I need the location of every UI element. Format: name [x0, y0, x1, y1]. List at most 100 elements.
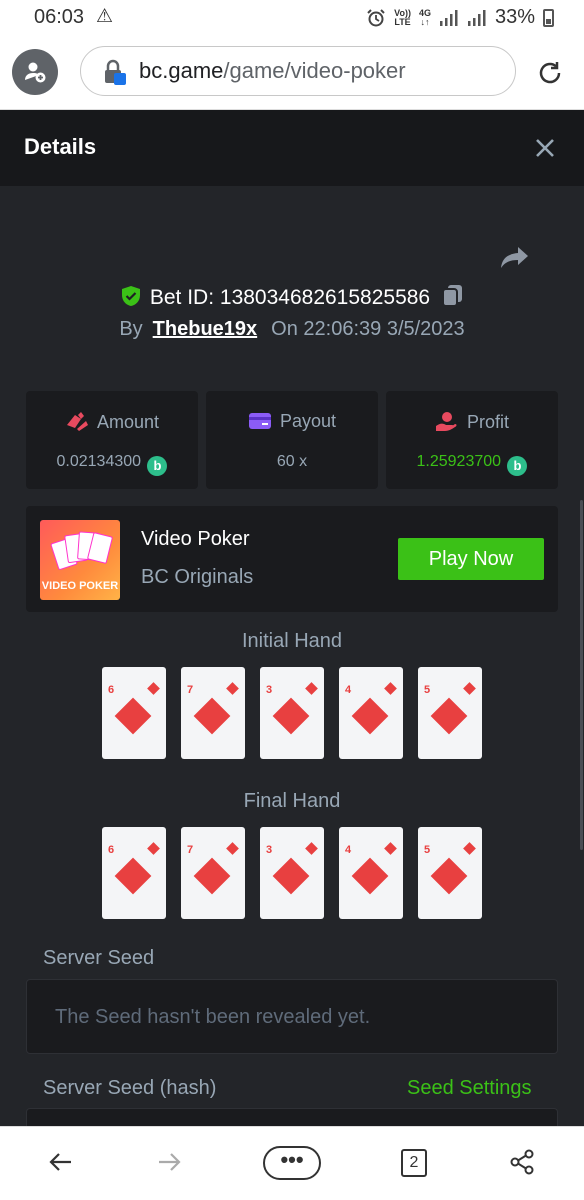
profit-value: 1.25923700 [416, 453, 502, 470]
game-thumbnail: VIDEO POKER [40, 520, 120, 600]
amount-value-row: 0.02134300 b [26, 453, 198, 476]
address-bar[interactable]: bc.game/game/video-poker [80, 46, 516, 96]
bet-id-label: Bet ID: [149, 286, 220, 309]
diamond-icon [193, 697, 231, 735]
playing-card: 3 [260, 827, 324, 919]
card-rank: 3 [266, 844, 273, 856]
diamond-icon [147, 842, 160, 855]
forward-arrow-icon[interactable] [156, 1149, 182, 1175]
thumb-label: VIDEO POKER [41, 580, 119, 592]
final-hand: 6 7 3 4 5 [102, 827, 484, 919]
card-rank: 5 [424, 844, 431, 856]
playing-card: 5 [418, 667, 482, 759]
tabs-button[interactable]: 2 [401, 1149, 427, 1177]
status-time: 06:03 [34, 6, 85, 28]
diamond-icon [147, 682, 160, 695]
menu-button[interactable]: ••• [263, 1146, 321, 1180]
playing-card: 3 [260, 667, 324, 759]
diamond-icon [272, 697, 310, 735]
diamond-icon [463, 842, 476, 855]
bet-byline: By Thebue19x On 22:06:39 3/5/2023 [0, 318, 584, 341]
diamond-icon [193, 857, 231, 895]
playing-card: 4 [339, 667, 403, 759]
status-bar: 06:03 ⚠ Vo)) LTE 4G ↓↑ 33% [0, 0, 584, 34]
modal-title: Details [24, 134, 97, 159]
server-seed-field: The Seed hasn't been revealed yet. [26, 979, 558, 1054]
signal-icon [467, 9, 486, 26]
game-provider: BC Originals [141, 566, 254, 588]
card-rank: 4 [345, 844, 352, 856]
diamond-icon [430, 697, 468, 735]
bet-timestamp: 22:06:39 3/5/2023 [303, 318, 465, 340]
diamond-icon [272, 857, 310, 895]
server-seed-hash-label: Server Seed (hash) [43, 1077, 217, 1099]
card-rank: 3 [266, 684, 273, 696]
payout-label: Payout [279, 411, 337, 431]
seed-settings-link[interactable]: Seed Settings [407, 1077, 532, 1100]
card-rank: 6 [108, 844, 115, 856]
on-label: On [271, 318, 298, 340]
add-user-icon [25, 62, 46, 83]
volte-indicator: Vo)) LTE [394, 8, 411, 27]
server-seed-hash-field [26, 1108, 558, 1128]
card-rank: 5 [424, 684, 431, 696]
diamond-icon [114, 697, 152, 735]
reload-icon[interactable] [536, 59, 564, 87]
diamond-icon [351, 857, 389, 895]
lock-icon [105, 59, 126, 85]
shield-check-icon [121, 286, 140, 306]
copy-icon[interactable] [442, 284, 464, 308]
modal-header: Details [0, 110, 584, 186]
payout-label-row: Payout [206, 411, 378, 432]
signal-icon [439, 9, 458, 26]
card-icon [248, 413, 271, 429]
card-rank: 7 [187, 684, 194, 696]
playing-card: 5 [418, 827, 482, 919]
card-rank: 4 [345, 684, 352, 696]
initial-hand-label: Initial Hand [241, 630, 343, 652]
playing-card: 6 [102, 667, 166, 759]
account-button[interactable] [12, 49, 58, 95]
profit-value-row: 1.25923700 b [386, 453, 558, 476]
hand-coins-icon [435, 412, 457, 431]
close-icon[interactable] [533, 136, 557, 160]
back-arrow-icon[interactable] [48, 1149, 74, 1175]
bc-coin-icon: b [507, 456, 528, 476]
card-rank: 7 [187, 844, 194, 856]
diamond-icon [114, 857, 152, 895]
url-path: /game/video-poker [223, 58, 406, 83]
scrollbar[interactable] [580, 500, 583, 850]
diamond-icon [463, 682, 476, 695]
amount-value: 0.02134300 [56, 453, 142, 470]
diamond-icon [305, 682, 318, 695]
diamond-icon [226, 682, 239, 695]
diamond-icon [384, 682, 397, 695]
money-bag-icon [66, 412, 88, 431]
playing-card: 7 [181, 667, 245, 759]
username-link[interactable]: Thebue19x [153, 318, 257, 340]
profit-label-row: Profit [386, 411, 558, 433]
share-icon[interactable] [500, 245, 530, 271]
diamond-icon [305, 842, 318, 855]
share-icon[interactable] [509, 1149, 535, 1175]
url-text: bc.game/game/video-poker [139, 58, 406, 84]
browser-toolbar: bc.game/game/video-poker [0, 34, 584, 110]
profit-stat: Profit 1.25923700 b [386, 391, 558, 489]
initial-hand: 6 7 3 4 5 [102, 667, 484, 759]
playing-card: 4 [339, 827, 403, 919]
server-seed-value: The Seed hasn't been revealed yet. [55, 1006, 371, 1028]
amount-stat: Amount 0.02134300 b [26, 391, 198, 489]
playing-card: 7 [181, 827, 245, 919]
bet-id: Bet ID: 138034682615825586 [0, 284, 584, 310]
diamond-icon [430, 857, 468, 895]
browser-bottom-nav: ••• 2 [0, 1126, 584, 1200]
amount-label-row: Amount [26, 411, 198, 433]
final-hand-label: Final Hand [243, 790, 341, 812]
play-now-button[interactable]: Play Now [398, 538, 544, 580]
diamond-icon [351, 697, 389, 735]
url-domain: bc.game [139, 58, 224, 83]
alarm-icon [367, 8, 385, 26]
volte-bottom: LTE [394, 16, 411, 27]
profit-label: Profit [466, 412, 509, 432]
battery-icon [543, 8, 554, 27]
